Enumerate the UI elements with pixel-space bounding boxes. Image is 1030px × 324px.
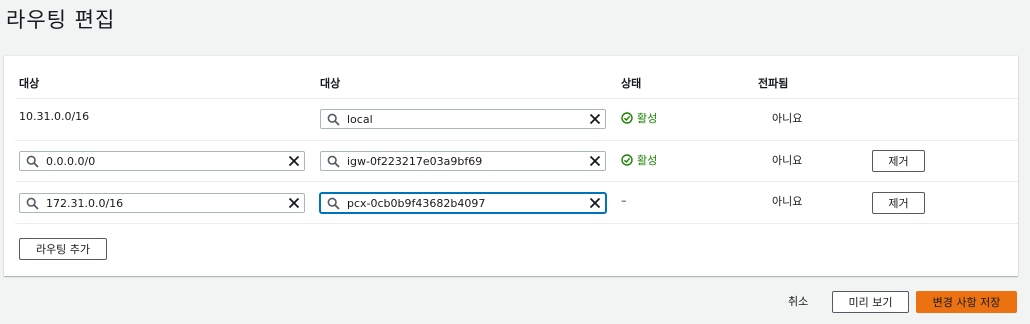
search-icon xyxy=(26,155,39,168)
propagated-text: 아니요 xyxy=(772,154,803,167)
target-field[interactable]: igw-0f223217e03a9bf69 xyxy=(320,151,606,171)
destination-value: 172.31.0.0/16 xyxy=(46,197,124,210)
column-header-status: 상태 xyxy=(621,77,642,90)
save-changes-button[interactable]: 변경 사항 저장 xyxy=(916,291,1017,313)
destination-text: 10.31.0.0/16 xyxy=(19,110,90,123)
remove-button[interactable]: 제거 xyxy=(872,150,925,172)
status-badge: 활성 xyxy=(621,110,657,126)
target-field[interactable]: local xyxy=(320,109,606,129)
clear-icon[interactable] xyxy=(288,197,300,209)
clear-icon[interactable] xyxy=(288,155,300,167)
column-header-target: 대상 xyxy=(320,77,341,90)
check-circle-icon xyxy=(621,112,633,124)
add-route-button[interactable]: 라우팅 추가 xyxy=(19,238,107,260)
target-field[interactable]: pcx-0cb0b9f43682b4097 xyxy=(320,193,606,213)
row-divider xyxy=(15,223,1018,224)
target-value: pcx-0cb0b9f43682b4097 xyxy=(347,197,486,210)
search-icon xyxy=(327,155,340,168)
propagated-text: 아니요 xyxy=(772,112,803,125)
row-divider xyxy=(15,181,1018,182)
clear-icon[interactable] xyxy=(589,113,601,125)
status-text: 활성 xyxy=(637,154,658,167)
clear-icon[interactable] xyxy=(589,155,601,167)
cancel-button[interactable]: 취소 xyxy=(788,293,808,309)
search-icon xyxy=(327,113,340,126)
propagated-text: 아니요 xyxy=(772,195,803,208)
status-badge: 활성 xyxy=(621,152,657,168)
target-value: igw-0f223217e03a9bf69 xyxy=(347,155,483,168)
status-text: – xyxy=(621,194,627,207)
search-icon xyxy=(327,197,340,210)
status-text: 활성 xyxy=(637,112,658,125)
header-divider xyxy=(15,98,1018,99)
routes-panel: 대상 대상 상태 전파됨 10.31.0.0/16 local 활성 아니요 0… xyxy=(4,56,1018,276)
check-circle-icon xyxy=(621,154,633,166)
destination-field[interactable]: 172.31.0.0/16 xyxy=(19,193,305,213)
remove-button[interactable]: 제거 xyxy=(872,192,925,214)
row-divider xyxy=(15,140,1018,141)
column-header-propagated: 전파됨 xyxy=(758,77,789,90)
target-value: local xyxy=(347,113,373,126)
destination-value: 0.0.0.0/0 xyxy=(46,155,96,168)
column-header-destination: 대상 xyxy=(19,77,40,90)
destination-field[interactable]: 0.0.0.0/0 xyxy=(19,151,305,171)
search-icon xyxy=(26,197,39,210)
preview-button[interactable]: 미리 보기 xyxy=(832,291,909,313)
page-title: 라우팅 편집 xyxy=(6,8,116,32)
clear-icon[interactable] xyxy=(589,197,601,209)
